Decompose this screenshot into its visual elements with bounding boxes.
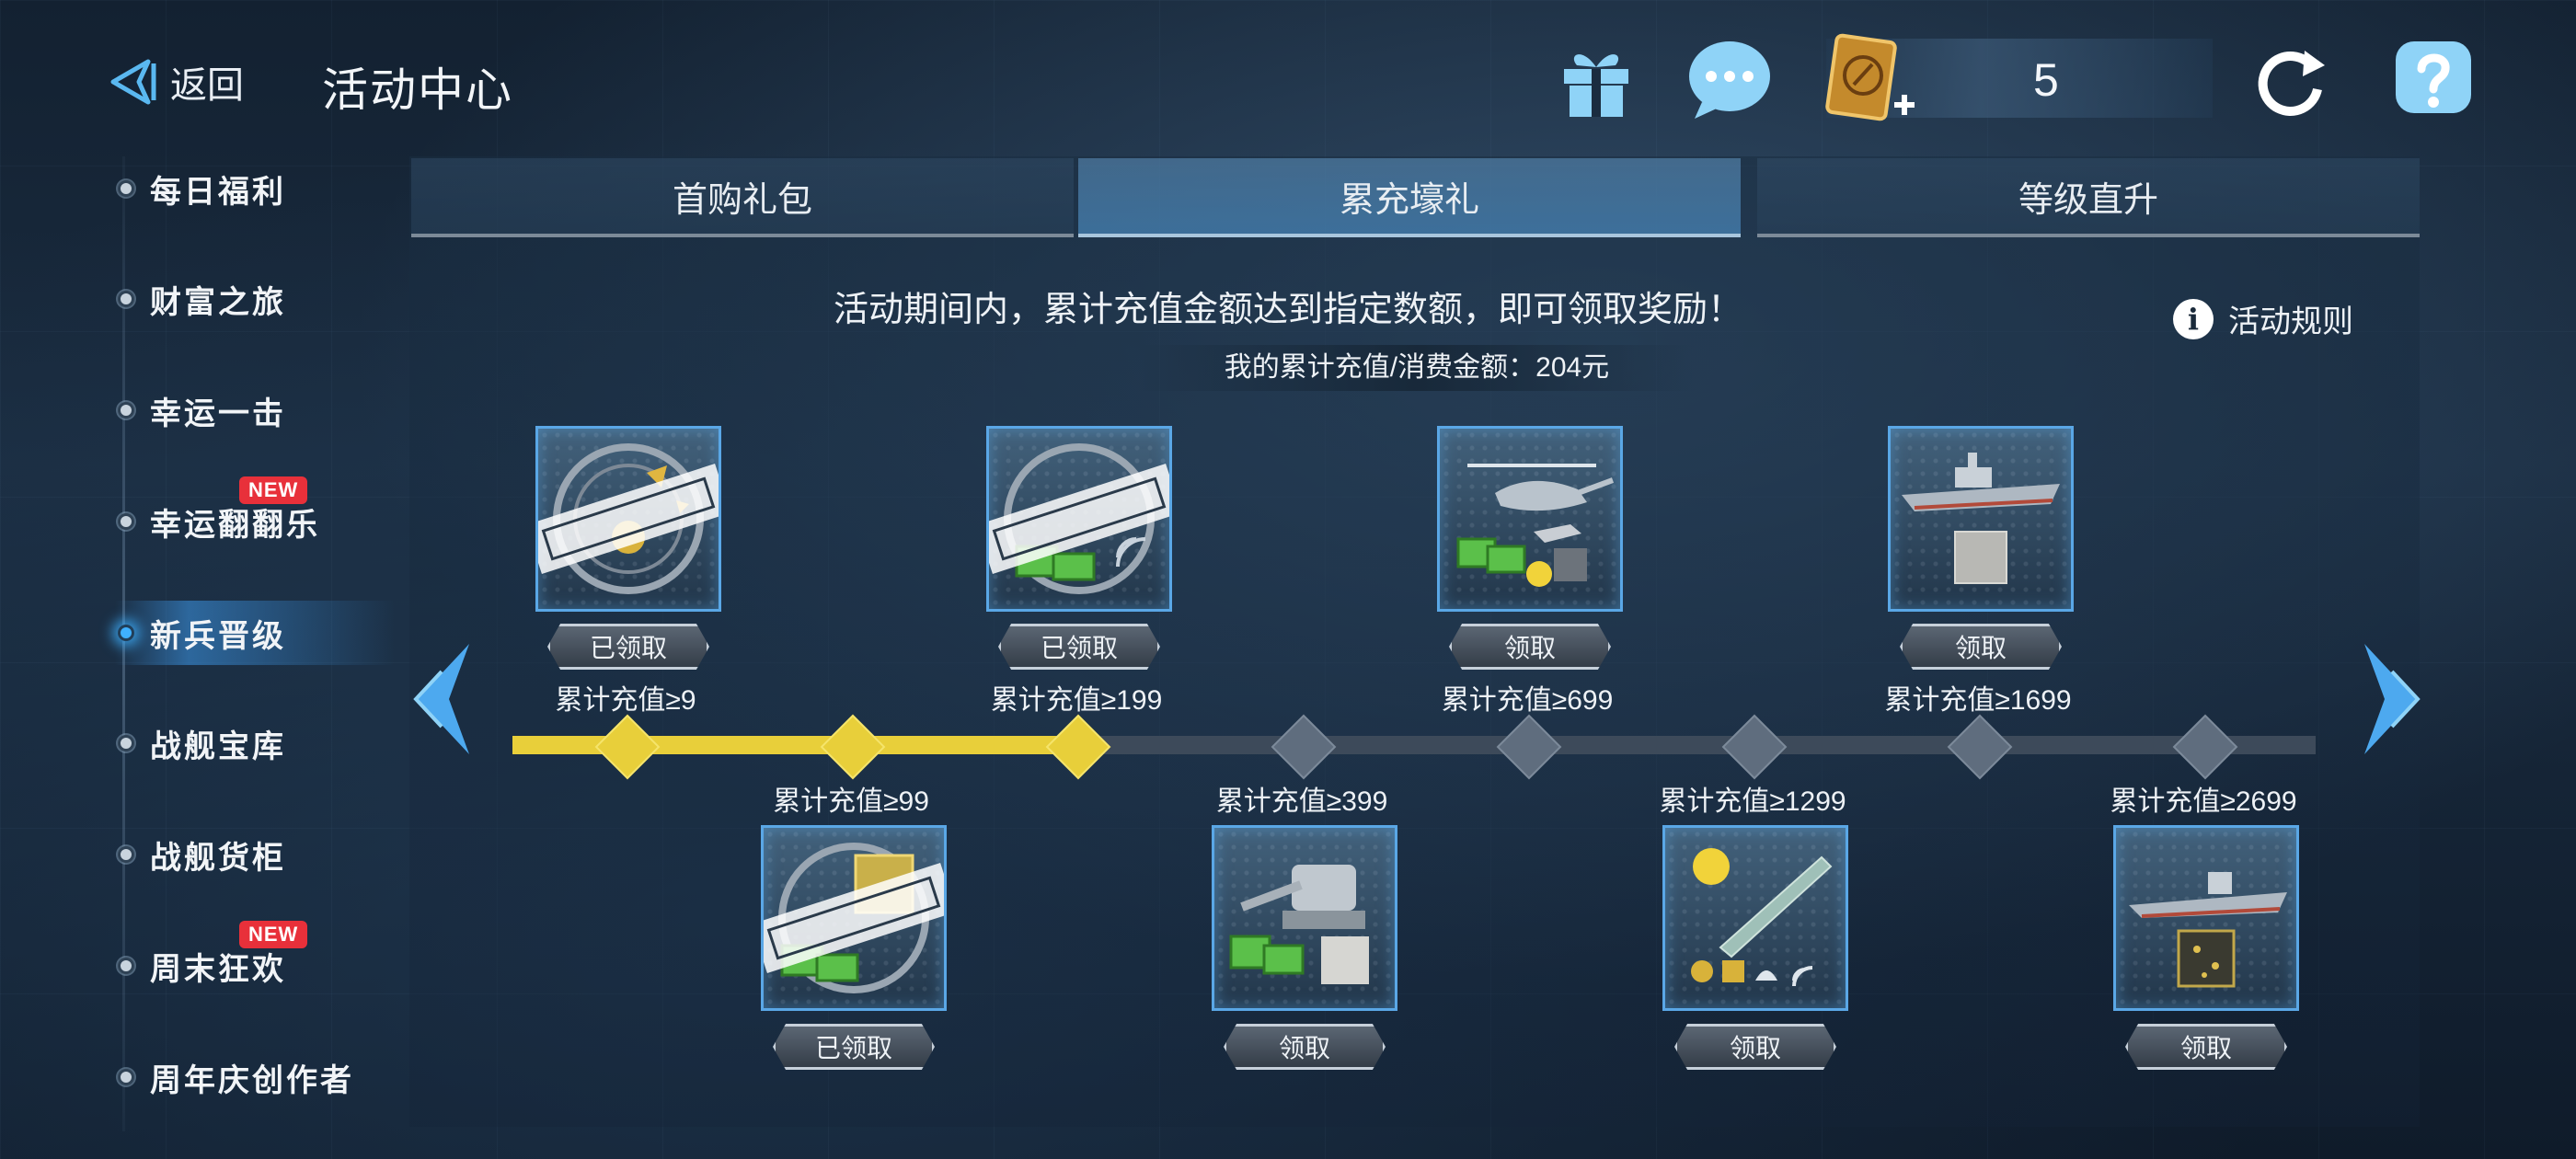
tier-label: 累计充值≥399: [1215, 786, 1388, 817]
claim-button-tier-5[interactable]: 领取: [1449, 624, 1611, 670]
claim-button-label: 已领取: [1040, 634, 1118, 662]
tab-level-boost[interactable]: 等级直升: [1757, 158, 2420, 237]
sidebar-item-label: 周年庆创作者: [150, 1062, 354, 1098]
reward-card-tier-7[interactable]: [1888, 426, 2074, 612]
tier-label: 累计充值≥1299: [1659, 786, 1846, 817]
tier-label: 累计充值≥1699: [1884, 685, 2072, 716]
new-badge: NEW: [239, 476, 308, 504]
sidebar-item-lucky-strike[interactable]: 幸运一击: [115, 378, 409, 442]
currency-value: 5: [2033, 54, 2059, 106]
reward-card-tier-1[interactable]: [535, 426, 721, 612]
reward-card-tier-3[interactable]: [986, 426, 1172, 612]
refresh-icon: [2258, 51, 2325, 116]
tab-cumulative-recharge[interactable]: 累充壕礼: [1078, 158, 1741, 237]
sidebar-item-anniversary-creator[interactable]: 周年庆创作者: [115, 1045, 409, 1109]
sidebar-item-warship-container[interactable]: 战舰货柜: [115, 822, 409, 887]
rules-label: 活动规则: [2228, 304, 2353, 339]
sidebar-dot: [118, 735, 134, 752]
reward-card-tier-4[interactable]: [1212, 825, 1397, 1011]
rules-button[interactable]: i 活动规则: [2173, 296, 2353, 341]
sidebar-item-label: 幸运翻翻乐: [150, 507, 320, 543]
claimed-stamp-icon: [764, 862, 944, 974]
tier-label: 累计充值≥699: [1441, 685, 1614, 716]
tab-label: 等级直升: [2018, 180, 2158, 220]
claim-button-tier-4[interactable]: 领取: [1224, 1024, 1386, 1070]
turret-icon: [1229, 865, 1369, 984]
reward-card-tier-5[interactable]: [1437, 426, 1623, 612]
tab-first-purchase[interactable]: 首购礼包: [411, 158, 1074, 237]
sidebar-item-weekend-carnival[interactable]: 周末狂欢 NEW: [115, 921, 409, 998]
sidebar-item-daily-welfare[interactable]: 每日福利: [115, 156, 409, 221]
claim-button-label: 领取: [1278, 1034, 1330, 1062]
claim-button-label: 领取: [2179, 1034, 2232, 1062]
next-page-arrow-icon[interactable]: [2355, 635, 2429, 763]
sidebar-item-label: 每日福利: [150, 174, 286, 210]
tier-label: 累计充值≥2699: [2110, 786, 2297, 817]
gift-button[interactable]: [1550, 33, 1642, 125]
missile-icon: [1691, 848, 1833, 987]
back-arrow-icon: [110, 59, 156, 105]
sidebar-dot: [118, 513, 134, 530]
sidebar-dot: [118, 180, 134, 197]
total-recharge: 我的累计充值/消费金额：204元: [1136, 345, 1697, 391]
sidebar-dot: [118, 958, 134, 974]
refresh-button[interactable]: [2245, 33, 2337, 125]
sidebar-dot-active: [118, 625, 134, 641]
back-label: 返回: [170, 65, 244, 106]
sidebar-item-label: 战舰货柜: [150, 840, 286, 876]
battleship-icon: [1902, 453, 2060, 584]
chat-button[interactable]: [1684, 33, 1776, 125]
claimed-stamp-icon: [538, 463, 719, 575]
sidebar-dot: [118, 1069, 134, 1085]
sidebar-item-label: 周末狂欢: [150, 951, 286, 987]
claimed-button-tier-1[interactable]: 已领取: [547, 624, 709, 670]
help-button[interactable]: [2387, 33, 2479, 125]
claim-button-tier-8[interactable]: 领取: [2125, 1024, 2287, 1070]
top-bar: 返回 活动中心 5: [0, 0, 2576, 147]
new-badge: NEW: [239, 921, 308, 948]
tier-label: 累计充值≥99: [773, 786, 929, 817]
reward-card-tier-2[interactable]: [761, 825, 947, 1011]
info-icon: i: [2173, 298, 2214, 339]
claimed-button-tier-2[interactable]: 已领取: [773, 1024, 935, 1070]
helicopter-icon: [1456, 464, 1615, 587]
sidebar-dot: [118, 402, 134, 419]
tier-label: 累计充值≥9: [555, 685, 696, 716]
sidebar-dot: [118, 846, 134, 863]
reward-card-tier-8[interactable]: [2113, 825, 2299, 1011]
previous-page-arrow-icon[interactable]: [405, 635, 478, 763]
gift-icon: [1564, 54, 1628, 117]
claim-button-label: 已领取: [814, 1034, 892, 1062]
sidebar-item-lucky-flip[interactable]: 幸运翻翻乐 NEW: [115, 476, 409, 554]
sidebar-item-label: 战舰宝库: [150, 729, 286, 764]
claim-button-label: 领取: [1954, 634, 2007, 662]
claim-button-tier-6[interactable]: 领取: [1674, 1024, 1836, 1070]
currency-add-button[interactable]: [1817, 31, 1918, 132]
sidebar-item-recruit-promotion[interactable]: 新兵晋级: [115, 601, 409, 665]
tab-label: 首购礼包: [672, 180, 812, 220]
page-title: 活动中心: [322, 64, 513, 116]
sidebar-item-label: 新兵晋级: [150, 618, 286, 654]
sidebar-item-warship-treasury[interactable]: 战舰宝库: [115, 711, 409, 775]
reward-card-tier-6[interactable]: [1662, 825, 1848, 1011]
claim-button-tier-7[interactable]: 领取: [1900, 624, 2062, 670]
card-currency-icon: [1825, 33, 1915, 121]
claimed-button-tier-3[interactable]: 已领取: [998, 624, 1160, 670]
chat-icon: [1689, 41, 1770, 119]
tier-label: 累计充值≥199: [990, 685, 1163, 716]
claim-button-label: 领取: [1503, 634, 1556, 662]
claim-button-label: 领取: [1729, 1034, 1781, 1062]
sidebar-item-label: 幸运一击: [150, 396, 286, 431]
back-button[interactable]: 返回: [106, 55, 244, 109]
carrier-icon: [2129, 872, 2287, 988]
claimed-stamp-icon: [989, 463, 1169, 575]
claim-button-label: 已领取: [589, 634, 667, 662]
help-icon: [2396, 41, 2471, 113]
tab-label: 累充壕礼: [1339, 180, 1479, 220]
